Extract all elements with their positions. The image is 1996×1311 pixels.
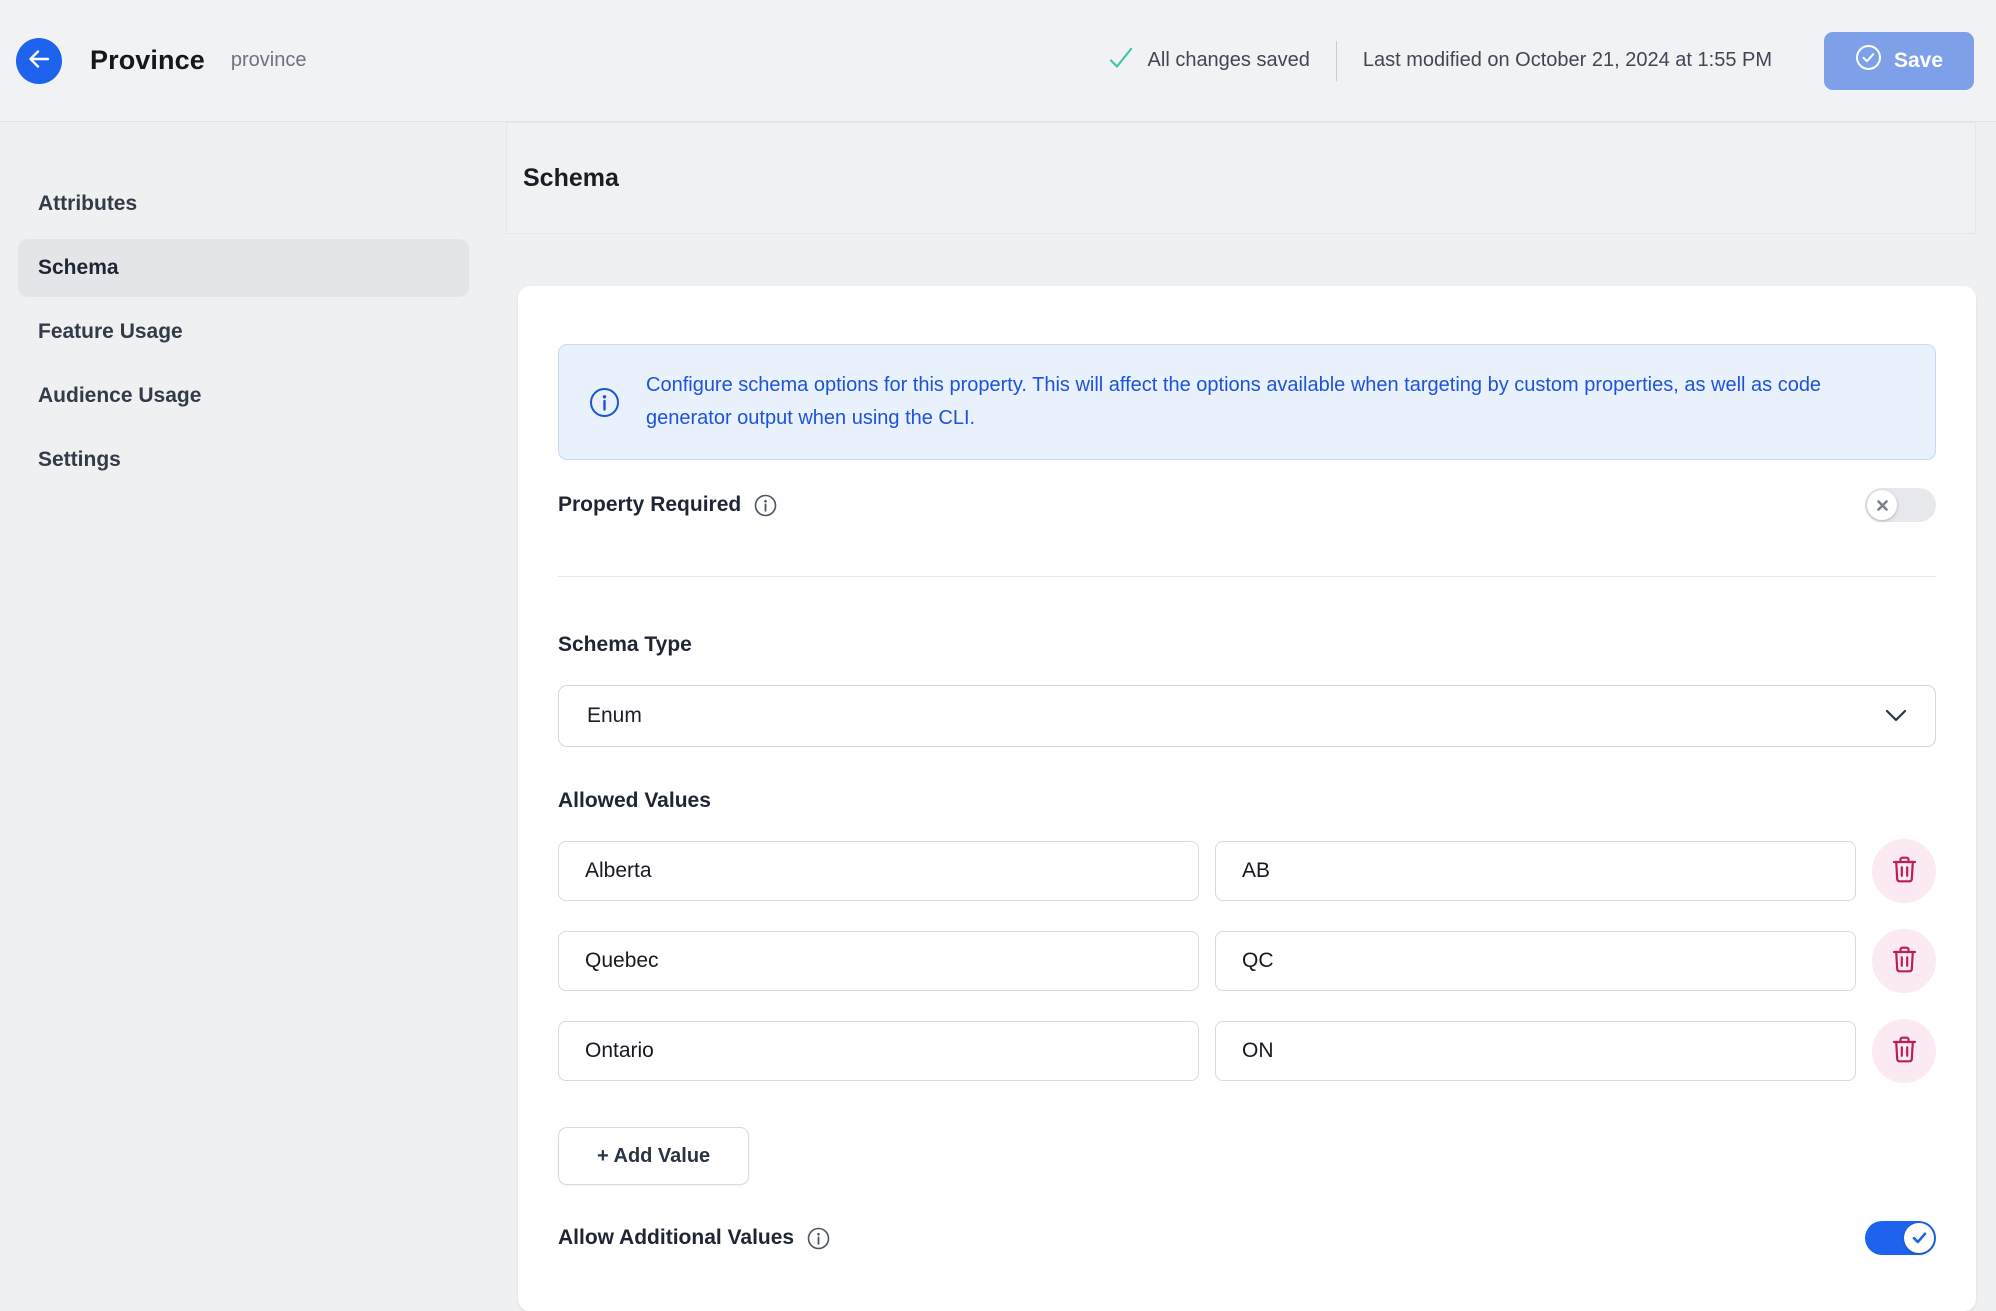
trash-icon	[1891, 945, 1918, 977]
trash-icon	[1891, 1035, 1918, 1067]
x-icon	[1876, 499, 1889, 512]
value-code-input[interactable]	[1215, 841, 1856, 901]
info-icon	[589, 387, 620, 418]
delete-value-button[interactable]	[1872, 839, 1936, 903]
info-icon[interactable]	[807, 1227, 830, 1250]
sidebar-item-schema[interactable]: Schema	[18, 239, 469, 297]
main-area: Schema Configure schema options for this…	[506, 122, 1996, 1275]
property-required-label: Property Required	[558, 493, 741, 517]
sidebar-item-attributes[interactable]: Attributes	[18, 175, 469, 233]
allowed-values-label: Allowed Values	[558, 789, 1936, 813]
sidebar: Attributes Schema Feature Usage Audience…	[0, 122, 506, 1275]
schema-type-label: Schema Type	[558, 633, 1936, 657]
save-button[interactable]: Save	[1824, 32, 1974, 90]
save-button-label: Save	[1894, 49, 1943, 73]
saved-status-text: All changes saved	[1148, 49, 1310, 72]
check-circle-icon	[1855, 44, 1882, 77]
value-code-input[interactable]	[1215, 931, 1856, 991]
sidebar-item-settings[interactable]: Settings	[18, 431, 469, 489]
sidebar-item-audience-usage[interactable]: Audience Usage	[18, 367, 469, 425]
toggle-knob	[1867, 490, 1897, 520]
sidebar-item-feature-usage[interactable]: Feature Usage	[18, 303, 469, 361]
sidebar-item-label: Feature Usage	[38, 320, 183, 344]
value-name-input[interactable]	[558, 841, 1199, 901]
header-divider	[1336, 41, 1337, 81]
sidebar-item-label: Attributes	[38, 192, 137, 216]
delete-value-button[interactable]	[1872, 929, 1936, 993]
value-name-input[interactable]	[558, 931, 1199, 991]
schema-type-value: Enum	[587, 704, 642, 728]
last-modified-text: Last modified on October 21, 2024 at 1:5…	[1363, 49, 1772, 72]
divider	[558, 576, 1936, 577]
top-header: Province province All changes saved Last…	[0, 0, 1996, 122]
chevron-down-icon	[1885, 704, 1907, 728]
section-header: Schema	[506, 122, 1976, 234]
sidebar-item-label: Audience Usage	[38, 384, 201, 408]
delete-value-button[interactable]	[1872, 1019, 1936, 1083]
property-required-toggle[interactable]	[1865, 488, 1936, 522]
check-icon	[1912, 1232, 1927, 1244]
toggle-knob	[1904, 1223, 1934, 1253]
info-icon[interactable]	[754, 494, 777, 517]
allow-additional-label: Allow Additional Values	[558, 1226, 794, 1250]
schema-type-select[interactable]: Enum	[558, 685, 1936, 747]
allow-additional-toggle[interactable]	[1865, 1221, 1936, 1255]
saved-status: All changes saved	[1107, 44, 1310, 77]
check-icon	[1107, 44, 1135, 77]
value-name-input[interactable]	[558, 1021, 1199, 1081]
info-banner-text: Configure schema options for this proper…	[646, 369, 1905, 435]
page-title: Province	[90, 45, 205, 76]
property-required-row: Property Required	[558, 488, 1936, 522]
add-value-button[interactable]: + Add Value	[558, 1127, 749, 1185]
allowed-values-list	[558, 839, 1936, 1083]
schema-card: Configure schema options for this proper…	[518, 286, 1976, 1311]
trash-icon	[1891, 855, 1918, 887]
info-banner: Configure schema options for this proper…	[558, 344, 1936, 460]
sidebar-item-label: Schema	[38, 256, 119, 280]
sidebar-item-label: Settings	[38, 448, 121, 472]
section-title: Schema	[523, 164, 619, 193]
value-code-input[interactable]	[1215, 1021, 1856, 1081]
allow-additional-row: Allow Additional Values	[558, 1221, 1936, 1255]
page-subtitle: province	[231, 49, 307, 72]
arrow-left-icon	[26, 46, 52, 75]
back-button[interactable]	[16, 38, 62, 84]
